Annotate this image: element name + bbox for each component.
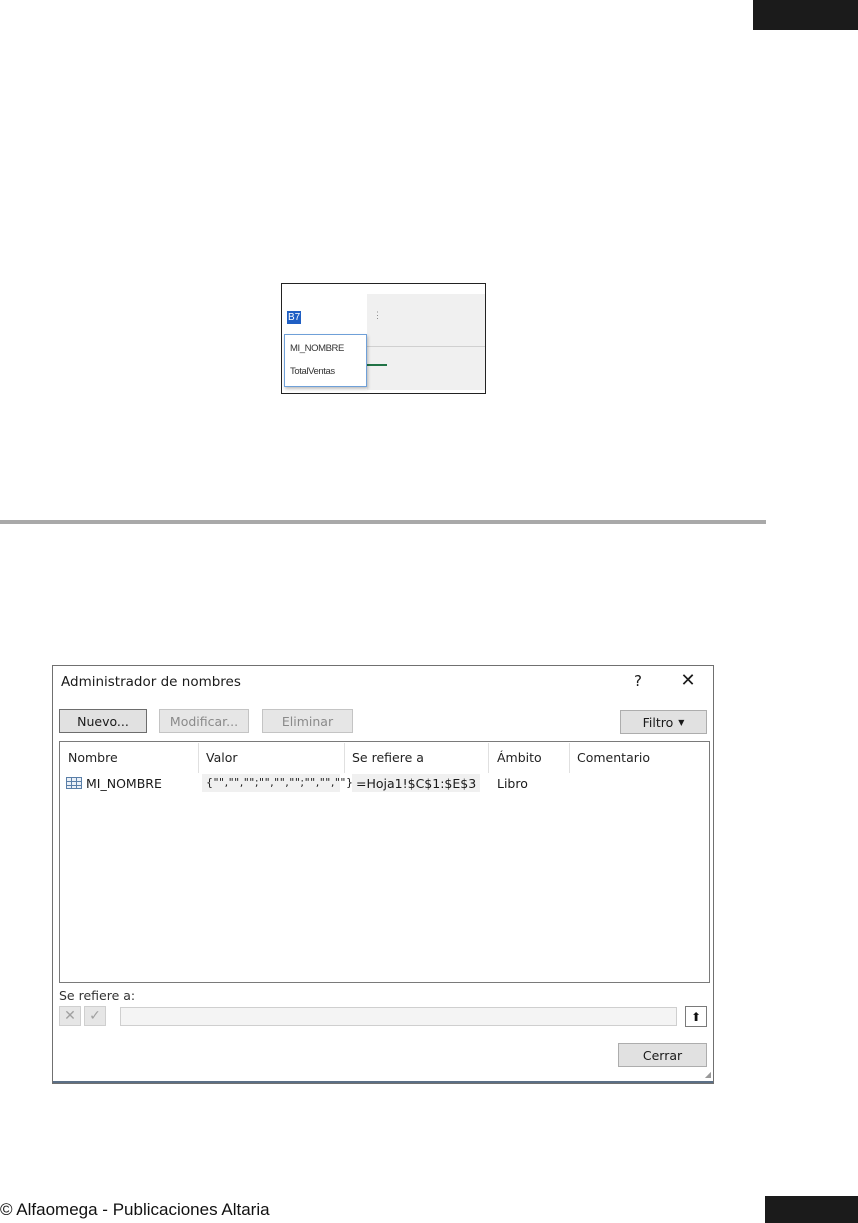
- column-separator: [488, 743, 489, 773]
- name-box-cell-reference[interactable]: B7: [287, 311, 302, 324]
- row-nombre: MI_NOMBRE: [86, 776, 162, 791]
- column-separator: [198, 743, 199, 773]
- chevron-down-icon: ▼: [678, 717, 685, 727]
- sheet-background: [367, 294, 485, 390]
- page-tab-bottom: [765, 1196, 858, 1223]
- dropdown-item-totalventas[interactable]: TotalVentas: [290, 366, 335, 377]
- row-se-refiere-a: =Hoja1!$C$1:$E$3: [352, 774, 481, 792]
- namebox-screenshot: B7 ⋮ MI_NOMBRE TotalVentas: [281, 283, 486, 394]
- table-range-icon: [66, 777, 82, 789]
- resize-grip-icon[interactable]: ◢: [705, 1070, 711, 1079]
- table-row[interactable]: MI_NOMBRE {"","","";"","","";"","",""} =…: [60, 772, 709, 794]
- dropdown-item-mi-nombre[interactable]: MI_NOMBRE: [290, 343, 344, 354]
- section-divider: [0, 520, 766, 524]
- page-tab-top: [753, 0, 858, 30]
- edit-button-label: Modificar...: [169, 713, 239, 729]
- row-valor: {"","","";"","","";"","",""}: [202, 774, 353, 792]
- column-header-valor[interactable]: Valor: [206, 750, 238, 765]
- delete-button[interactable]: Eliminar: [262, 709, 353, 733]
- sheet-gridline: [367, 346, 485, 347]
- row-ambito: Libro: [497, 776, 528, 791]
- dialog-bottom-edge: [53, 1081, 713, 1083]
- check-icon[interactable]: ✓: [84, 1006, 106, 1026]
- name-manager-dialog: Administrador de nombres ? ✕ Nuevo... Mo…: [52, 665, 714, 1084]
- dialog-title: Administrador de nombres: [61, 674, 241, 690]
- column-header-nombre[interactable]: Nombre: [68, 750, 118, 765]
- column-separator: [569, 743, 570, 773]
- refers-to-input[interactable]: [120, 1007, 677, 1026]
- names-list[interactable]: Nombre Valor Se refiere a Ámbito Comenta…: [59, 741, 710, 983]
- column-header-se-refiere-a[interactable]: Se refiere a: [352, 750, 424, 765]
- filter-button[interactable]: Filtro ▼: [620, 710, 707, 734]
- refers-to-label: Se refiere a:: [59, 988, 136, 1003]
- delete-button-label: Eliminar: [281, 713, 334, 729]
- sheet-selection-accent: [367, 364, 387, 366]
- close-button-label: Cerrar: [642, 1047, 683, 1063]
- more-options-icon: ⋮: [373, 310, 382, 320]
- name-box-dropdown: MI_NOMBRE TotalVentas: [284, 334, 367, 387]
- edit-button[interactable]: Modificar...: [159, 709, 249, 733]
- collapse-dialog-icon[interactable]: ⬆: [685, 1006, 707, 1027]
- close-icon[interactable]: ✕: [677, 670, 699, 692]
- new-button[interactable]: Nuevo...: [59, 709, 147, 733]
- footer-copyright: © Alfaomega - Publicaciones Altaria: [0, 1200, 270, 1219]
- column-separator: [344, 743, 345, 773]
- close-button[interactable]: Cerrar: [618, 1043, 707, 1067]
- cancel-icon[interactable]: ✕: [59, 1006, 81, 1026]
- column-header-comentario[interactable]: Comentario: [577, 750, 650, 765]
- new-button-label: Nuevo...: [77, 713, 129, 729]
- column-header-ambito[interactable]: Ámbito: [497, 750, 542, 765]
- filter-button-label: Filtro: [642, 714, 674, 730]
- help-button[interactable]: ?: [627, 670, 649, 692]
